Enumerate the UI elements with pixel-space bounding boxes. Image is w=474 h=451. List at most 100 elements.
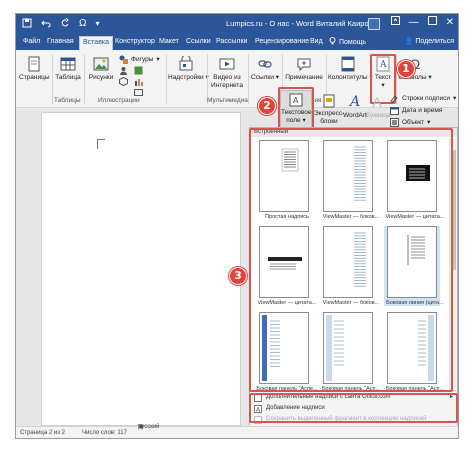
share-label: Поделиться (415, 38, 454, 45)
dropcap-icon: A (372, 94, 382, 110)
chart-button[interactable] (134, 77, 143, 86)
link-icon (258, 60, 272, 68)
video-label-line1: Видео из (213, 74, 241, 81)
person-icon: 👤 (404, 38, 414, 45)
footer-highlight (249, 393, 458, 423)
ribbon-tabs: Файл Главная Вставка Конструктор Макет С… (16, 34, 458, 50)
wordart-label: WordArt (343, 112, 367, 119)
dropcap-button[interactable]: A Буквица (366, 94, 391, 120)
chart-icon (135, 79, 143, 86)
title-bar: Ω ▾ Lumpics.ru - О нас - Word Виталий Ка… (16, 14, 458, 34)
pages-label: Страницы (19, 74, 50, 81)
links-button[interactable]: Ссылки ▾ (250, 56, 280, 82)
icons-icon (120, 67, 127, 75)
smartart-button[interactable] (134, 66, 143, 75)
quick-parts-icon (323, 94, 335, 108)
callout-1: 1 (397, 60, 415, 78)
tab-view[interactable]: Вид (307, 36, 326, 50)
pictures-label: Рисунки (88, 74, 114, 81)
wordart-icon: A (349, 94, 361, 110)
table-icon (60, 57, 76, 71)
user-avatar[interactable] (368, 18, 380, 30)
signature-icon (390, 95, 398, 103)
ribbon-options-icon[interactable] (390, 16, 400, 30)
comment-icon (297, 58, 311, 72)
chevron-down-icon: ▾ (427, 119, 431, 126)
date-time-button[interactable]: Дата и время (390, 106, 442, 115)
pictures-button[interactable]: Рисунки (86, 56, 116, 82)
save-icon[interactable] (22, 18, 32, 32)
pages-button[interactable]: Страницы (19, 56, 50, 82)
header-footer-label: Колонтитулы (328, 74, 368, 81)
tab-help[interactable]: Помощь (326, 36, 369, 50)
tab-mailings[interactable]: Рассылки (213, 36, 250, 50)
object-label: Объект (402, 119, 425, 126)
screenshot-button[interactable] (134, 88, 143, 97)
quick-access-toolbar: Ω ▾ (22, 17, 100, 32)
minimize-icon[interactable]: — (409, 16, 419, 30)
header-footer-icon (341, 56, 355, 72)
signature-line-label: Строки подписи (402, 95, 450, 102)
comment-label: Примечание (285, 74, 323, 81)
illustrations-group-label: Иллюстрации (98, 97, 140, 104)
status-bar: Страница 2 из 2 Число слов: 117 ▣ русски… (16, 424, 458, 438)
lightbulb-icon (329, 36, 336, 50)
calendar-icon (390, 107, 399, 115)
share-button[interactable]: 👤 Поделиться (405, 37, 454, 45)
3d-models-button[interactable] (119, 77, 128, 86)
separator (166, 54, 167, 104)
cube-icon (119, 77, 128, 86)
gallery-highlight (249, 128, 453, 392)
links-label: Ссылки (251, 74, 274, 81)
multimedia-group-label: Мультимедиа (207, 97, 248, 104)
video-label-line2: Интернета (211, 82, 243, 89)
tab-file[interactable]: Файл (20, 36, 43, 50)
object-icon (390, 118, 399, 127)
tab-layout[interactable]: Макет (156, 36, 182, 50)
chevron-down-icon: ▾ (275, 74, 279, 81)
pages-icon (28, 56, 40, 72)
object-button[interactable]: Объект ▾ (390, 118, 430, 127)
user-name[interactable]: Виталий Каиров (316, 19, 373, 28)
language-label: русский (138, 423, 160, 430)
chevron-down-icon: ▾ (156, 56, 160, 63)
tab-review[interactable]: Рецензирование (252, 36, 312, 50)
tab-references[interactable]: Ссылки (183, 36, 214, 50)
quick-parts-label-line1: Экспресс- (314, 110, 345, 117)
header-footer-button[interactable]: Колонтитулы ▾ (328, 56, 373, 82)
close-icon[interactable]: ✕ (446, 16, 454, 30)
callout-3: 3 (229, 267, 247, 285)
tab-design[interactable]: Конструктор (112, 36, 158, 50)
tables-group-label: Таблицы (54, 97, 81, 104)
table-button[interactable]: Таблица (54, 56, 82, 82)
online-video-button[interactable]: Видео из Интернета (209, 56, 245, 90)
separator (52, 54, 53, 104)
comment-button[interactable]: Примечание (284, 56, 324, 82)
word-window: Ω ▾ Lumpics.ru - О нас - Word Виталий Ка… (15, 13, 459, 439)
redo-icon[interactable] (60, 17, 70, 32)
wordart-button[interactable]: A WordArt (342, 94, 368, 120)
separator (248, 54, 249, 104)
dropcap-label: Буквица (366, 112, 391, 119)
icons-button[interactable] (119, 66, 128, 75)
text-cursor (97, 139, 105, 149)
addins-button[interactable]: Надстройки ▾ (168, 56, 209, 82)
date-time-label: Дата и время (402, 107, 443, 114)
table-label: Таблица (55, 74, 81, 81)
shapes-label: Фигуры (131, 56, 154, 63)
tab-home[interactable]: Главная (44, 36, 77, 50)
word-count[interactable]: Число слов: 117 (82, 427, 127, 438)
screenshot-icon (134, 89, 143, 96)
signature-line-button[interactable]: Строки подписи ▾ (390, 94, 456, 103)
omega-icon[interactable]: Ω (79, 18, 86, 32)
chevron-down-icon: ▾ (428, 74, 432, 81)
tab-insert[interactable]: Вставка (79, 36, 114, 50)
document-page[interactable] (41, 112, 241, 426)
quick-parts-button[interactable]: Экспресс- блоки (314, 94, 344, 126)
chevron-down-icon: ▾ (453, 95, 457, 102)
restore-icon[interactable] (427, 16, 437, 30)
page-count[interactable]: Страница 2 из 2 (20, 427, 65, 438)
undo-icon[interactable] (41, 18, 51, 32)
customize-icon[interactable]: ▾ (95, 18, 99, 32)
shapes-button[interactable]: Фигуры ▾ (119, 55, 160, 64)
